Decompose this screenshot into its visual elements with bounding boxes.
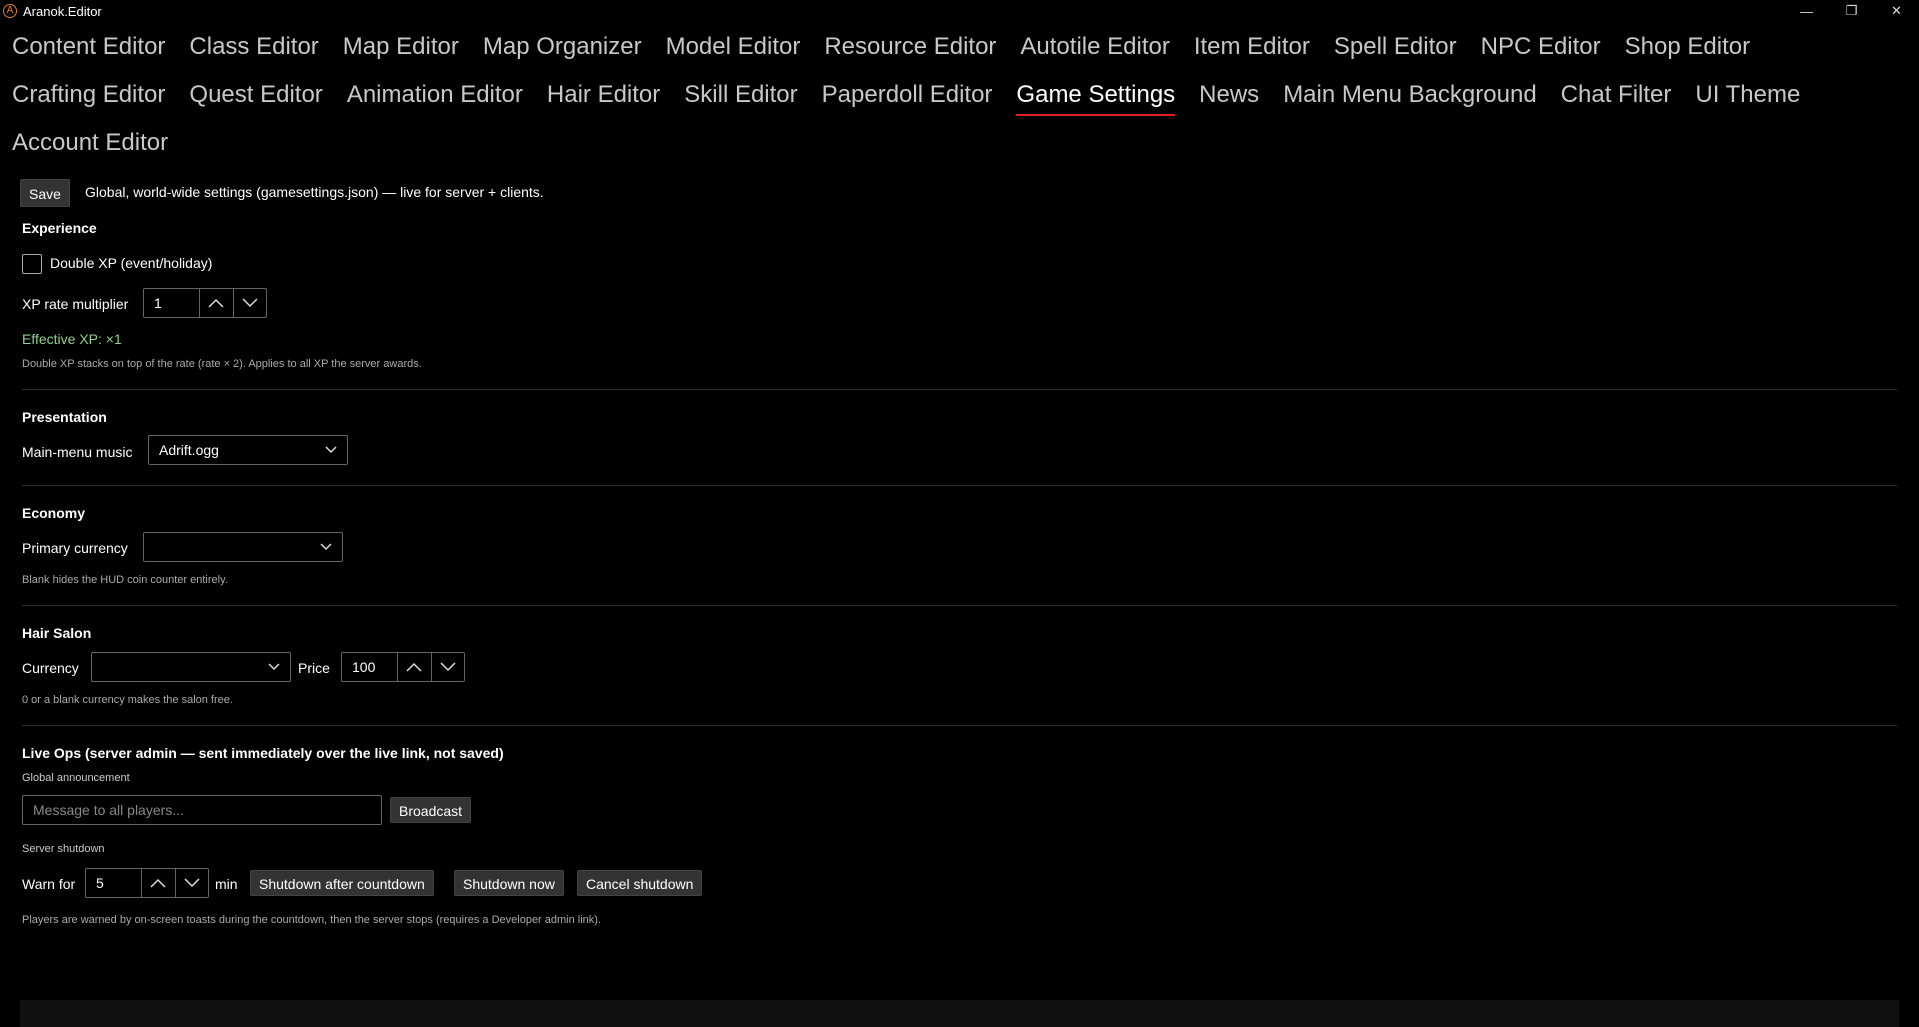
- chevron-down-icon: [325, 446, 337, 454]
- divider: [22, 389, 1897, 390]
- experience-note: Double XP stacks on top of the rate (rat…: [22, 358, 422, 370]
- save-button[interactable]: Save: [20, 179, 70, 207]
- chevron-up-icon[interactable]: [199, 289, 232, 317]
- hair-salon-currency-select[interactable]: [91, 652, 291, 682]
- tab-model-editor[interactable]: Model Editor: [654, 22, 813, 70]
- chevron-down-icon: [268, 663, 280, 671]
- main-menu-music-label: Main-menu music: [22, 444, 133, 460]
- live-ops-note: Players are warned by on-screen toasts d…: [22, 914, 602, 926]
- settings-description: Global, world-wide settings (gamesetting…: [85, 184, 544, 200]
- announcement-input[interactable]: Message to all players...: [22, 795, 382, 825]
- announcement-placeholder: Message to all players...: [33, 802, 184, 818]
- tab-autotile-editor[interactable]: Autotile Editor: [1008, 22, 1181, 70]
- tab-resource-editor[interactable]: Resource Editor: [812, 22, 1008, 70]
- tab-hair-editor[interactable]: Hair Editor: [535, 70, 672, 118]
- shutdown-after-countdown-button[interactable]: Shutdown after countdown: [250, 870, 434, 896]
- tab-class-editor[interactable]: Class Editor: [177, 22, 330, 70]
- experience-heading: Experience: [22, 220, 97, 236]
- tab-quest-editor[interactable]: Quest Editor: [177, 70, 334, 118]
- tab-shop-editor[interactable]: Shop Editor: [1613, 22, 1762, 70]
- double-xp-label: Double XP (event/holiday): [50, 255, 213, 271]
- primary-currency-select[interactable]: [143, 532, 343, 562]
- global-announcement-label: Global announcement: [22, 772, 130, 784]
- maximize-icon[interactable]: ❐: [1829, 0, 1874, 22]
- divider: [22, 485, 1897, 486]
- tab-animation-editor[interactable]: Animation Editor: [335, 70, 535, 118]
- primary-currency-label: Primary currency: [22, 540, 128, 556]
- live-ops-heading: Live Ops (server admin — sent immediatel…: [22, 745, 504, 761]
- hair-salon-price-value[interactable]: 100: [342, 653, 397, 681]
- chevron-down-icon[interactable]: [430, 653, 464, 681]
- hair-salon-currency-label: Currency: [22, 660, 79, 676]
- tab-chat-filter[interactable]: Chat Filter: [1549, 70, 1684, 118]
- tab-map-organizer[interactable]: Map Organizer: [471, 22, 654, 70]
- effective-xp-text: Effective XP: ×1: [22, 331, 122, 347]
- status-bar: [20, 1000, 1899, 1027]
- warn-for-label: Warn for: [22, 876, 76, 892]
- xp-rate-stepper[interactable]: 1: [143, 288, 267, 318]
- editor-tabs: Content Editor Class Editor Map Editor M…: [0, 22, 1919, 166]
- chevron-down-icon[interactable]: [232, 289, 266, 317]
- hair-salon-price-label: Price: [298, 660, 330, 676]
- minimize-icon[interactable]: —: [1784, 0, 1829, 22]
- double-xp-checkbox[interactable]: [22, 254, 42, 274]
- main-menu-music-select[interactable]: Adrift.ogg: [148, 435, 348, 465]
- hair-salon-price-stepper[interactable]: 100: [341, 652, 465, 682]
- window-title: Aranok.Editor: [23, 3, 102, 19]
- warn-minutes-value[interactable]: 5: [86, 869, 141, 897]
- tab-skill-editor[interactable]: Skill Editor: [672, 70, 809, 118]
- tab-ui-theme[interactable]: UI Theme: [1683, 70, 1812, 118]
- tab-crafting-editor[interactable]: Crafting Editor: [0, 70, 177, 118]
- tab-news[interactable]: News: [1187, 70, 1271, 118]
- xp-rate-label: XP rate multiplier: [22, 296, 129, 312]
- min-label: min: [215, 876, 238, 892]
- economy-heading: Economy: [22, 505, 86, 521]
- presentation-heading: Presentation: [22, 409, 107, 425]
- broadcast-button[interactable]: Broadcast: [390, 797, 472, 823]
- xp-rate-value[interactable]: 1: [144, 289, 199, 317]
- chevron-down-icon: [320, 543, 332, 551]
- tab-spell-editor[interactable]: Spell Editor: [1322, 22, 1469, 70]
- hair-salon-heading: Hair Salon: [22, 625, 92, 641]
- economy-note: Blank hides the HUD coin counter entirel…: [22, 574, 228, 586]
- main-menu-music-value: Adrift.ogg: [159, 442, 219, 458]
- server-shutdown-label: Server shutdown: [22, 843, 105, 855]
- tab-paperdoll-editor[interactable]: Paperdoll Editor: [810, 70, 1005, 118]
- window-controls: — ❐ ✕: [1784, 0, 1919, 22]
- divider: [22, 605, 1897, 606]
- tab-item-editor[interactable]: Item Editor: [1182, 22, 1322, 70]
- tab-game-settings[interactable]: Game Settings: [1004, 70, 1187, 118]
- tab-account-editor[interactable]: Account Editor: [0, 118, 180, 166]
- close-icon[interactable]: ✕: [1874, 0, 1919, 22]
- chevron-down-icon[interactable]: [174, 869, 208, 897]
- hair-salon-note: 0 or a blank currency makes the salon fr…: [22, 694, 233, 706]
- cancel-shutdown-button[interactable]: Cancel shutdown: [577, 870, 703, 896]
- chevron-up-icon[interactable]: [397, 653, 430, 681]
- chevron-up-icon[interactable]: [141, 869, 174, 897]
- shutdown-now-button[interactable]: Shutdown now: [454, 870, 564, 896]
- app-logo-icon: A: [3, 4, 17, 18]
- tab-main-menu-background[interactable]: Main Menu Background: [1271, 70, 1548, 118]
- tab-npc-editor[interactable]: NPC Editor: [1469, 22, 1613, 70]
- warn-minutes-stepper[interactable]: 5: [85, 868, 209, 898]
- tab-map-editor[interactable]: Map Editor: [331, 22, 471, 70]
- divider: [22, 725, 1897, 726]
- tab-content-editor[interactable]: Content Editor: [0, 22, 177, 70]
- title-bar: A Aranok.Editor — ❐ ✕: [0, 0, 1919, 22]
